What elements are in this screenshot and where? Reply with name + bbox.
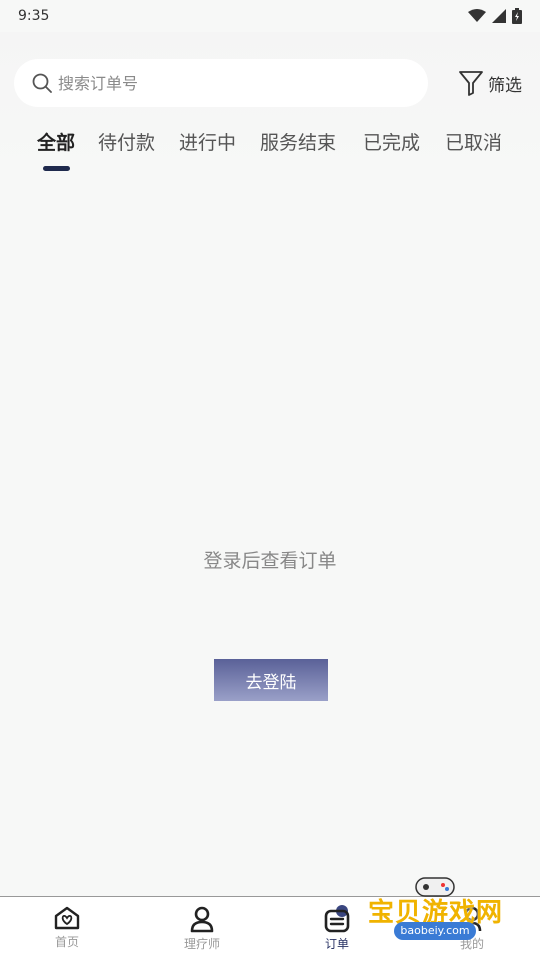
battery-icon <box>512 8 522 24</box>
bottom-nav: 首页 理疗师 订单 我的 <box>0 896 540 960</box>
nav-item-profile[interactable]: 我的 <box>432 905 512 952</box>
filter-icon <box>459 71 483 96</box>
filter-button[interactable]: 筛选 <box>458 68 522 98</box>
nav-label-therapist: 理疗师 <box>183 937 220 951</box>
person-icon <box>190 906 214 933</box>
nav-label-orders: 订单 <box>324 937 349 951</box>
search-input[interactable] <box>58 73 398 93</box>
status-time: 9:35 <box>18 8 50 24</box>
tab-in-progress[interactable]: 进行中 <box>179 128 236 155</box>
order-icon <box>324 905 350 933</box>
home-icon <box>54 906 80 930</box>
nav-item-home[interactable]: 首页 <box>27 905 107 950</box>
tab-pending-payment[interactable]: 待付款 <box>98 128 155 155</box>
status-bar: 9:35 <box>0 0 540 32</box>
header: 筛选 全部 待付款 进行中 服务结束 已完成 已取消 <box>0 32 540 177</box>
nav-item-orders[interactable]: 订单 <box>297 905 377 952</box>
tab-indicator <box>43 166 70 171</box>
tab-all[interactable]: 全部 <box>37 128 75 155</box>
status-icons <box>468 8 522 24</box>
nav-item-therapist[interactable]: 理疗师 <box>162 905 242 952</box>
empty-state-message: 登录后查看订单 <box>203 550 337 572</box>
filter-label: 筛选 <box>488 75 522 96</box>
tab-service-ended[interactable]: 服务结束 <box>260 128 336 155</box>
nav-label-profile: 我的 <box>459 937 484 951</box>
tab-cancelled[interactable]: 已取消 <box>445 128 502 155</box>
wifi-icon <box>468 9 486 22</box>
search-icon <box>32 73 52 93</box>
login-button[interactable]: 去登陆 <box>214 659 328 701</box>
nav-label-home: 首页 <box>54 935 79 949</box>
search-box[interactable] <box>14 59 428 107</box>
signal-icon <box>492 9 506 23</box>
tab-completed[interactable]: 已完成 <box>363 128 420 155</box>
order-tabs: 全部 待付款 进行中 服务结束 已完成 已取消 <box>0 128 540 172</box>
profile-icon <box>462 906 482 932</box>
